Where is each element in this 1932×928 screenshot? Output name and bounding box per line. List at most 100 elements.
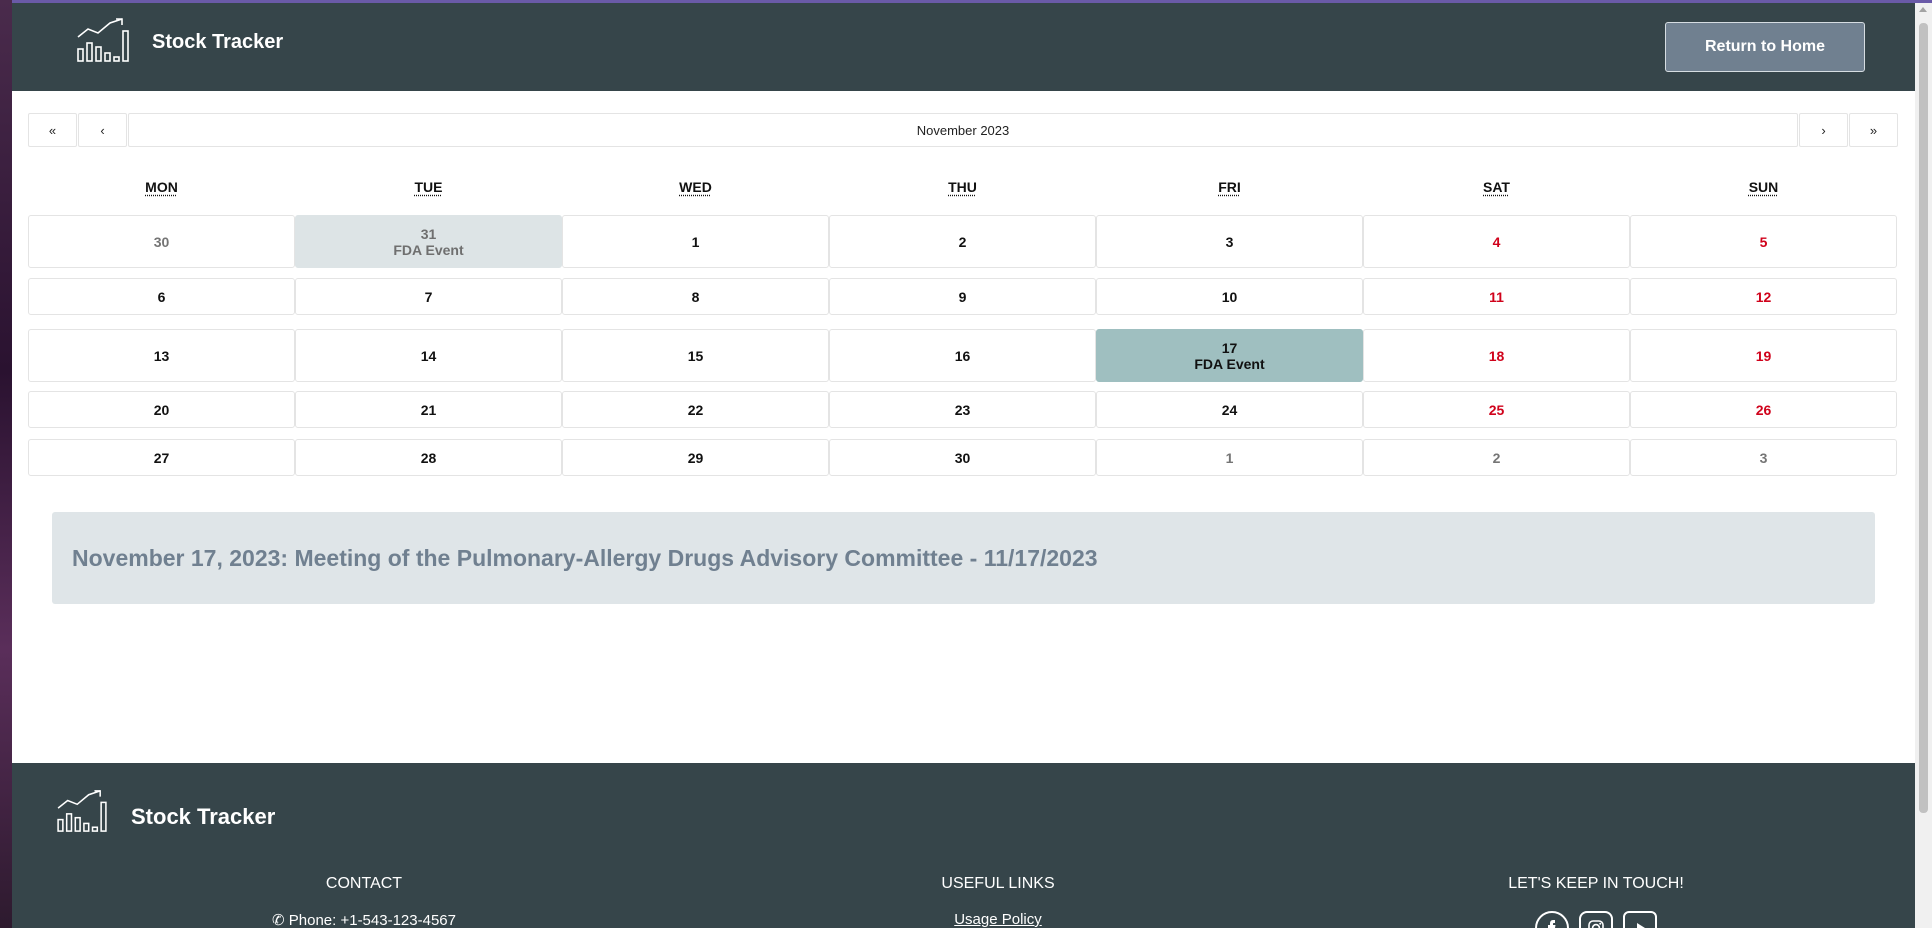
calendar-day-tile[interactable]: 16 (829, 329, 1096, 382)
calendar-day-tile[interactable]: 23 (829, 391, 1096, 428)
site-header: Stock Tracker Return to Home (12, 3, 1915, 91)
calendar-day-tile[interactable]: 27 (28, 439, 295, 476)
calendar-day-tile[interactable]: 14 (295, 329, 562, 382)
calendar-day-tile[interactable]: 9 (829, 278, 1096, 315)
weekday-tue: TUE (414, 179, 443, 195)
day-event-label: FDA Event (393, 241, 464, 258)
day-number: 30 (954, 449, 971, 466)
footer-contact-column: CONTACT ✆ Phone: +1-543-123-4567 (214, 875, 514, 928)
vertical-scrollbar[interactable] (1915, 3, 1932, 928)
weekday-sat: SAT (1483, 179, 1510, 195)
day-number: 4 (1492, 233, 1501, 250)
day-number: 10 (1221, 288, 1238, 305)
calendar-day-tile[interactable]: 1 (562, 215, 829, 268)
desktop-background (0, 0, 12, 928)
calendar-day-tile[interactable]: 28 (295, 439, 562, 476)
day-number: 12 (1755, 288, 1772, 305)
calendar-day-tile[interactable]: 2 (829, 215, 1096, 268)
calendar-day-tile[interactable]: 4 (1363, 215, 1630, 268)
instagram-icon[interactable] (1579, 911, 1613, 928)
calendar-day-tile[interactable]: 2 (1363, 439, 1630, 476)
social-heading: LET'S KEEP IN TOUCH! (1508, 875, 1684, 892)
day-number: 31 (420, 225, 437, 242)
month-label-button[interactable]: November 2023 (128, 113, 1798, 147)
calendar-day-tile[interactable]: 1 (1096, 439, 1363, 476)
social-links (1446, 911, 1746, 928)
calendar-day-tile[interactable]: 30 (28, 215, 295, 268)
weekday-thu: THU (948, 179, 977, 195)
day-number: 29 (687, 449, 704, 466)
day-number: 16 (954, 347, 971, 364)
day-number: 3 (1225, 233, 1234, 250)
weekday-fri: FRI (1218, 179, 1241, 195)
brand-name[interactable]: Stock Tracker (152, 31, 283, 54)
day-number: 17 (1221, 339, 1238, 356)
calendar-day-tile[interactable]: 18 (1363, 329, 1630, 382)
calendar-day-tile[interactable]: 21 (295, 391, 562, 428)
day-number: 20 (153, 401, 170, 418)
day-number: 25 (1488, 401, 1505, 418)
usage-policy-link[interactable]: Usage Policy (848, 911, 1148, 928)
calendar-day-tile[interactable]: 25 (1363, 391, 1630, 428)
day-number: 6 (157, 288, 166, 305)
day-number: 15 (687, 347, 704, 364)
stock-chart-logo-icon (77, 18, 129, 62)
scrollbar-thumb[interactable] (1919, 23, 1928, 813)
day-number: 21 (420, 401, 437, 418)
facebook-icon[interactable] (1535, 911, 1569, 928)
weekday-mon: MON (145, 179, 178, 195)
calendar-day-tile[interactable]: 8 (562, 278, 829, 315)
calendar-day-tile[interactable]: 7 (295, 278, 562, 315)
calendar-day-tile[interactable]: 19 (1630, 329, 1897, 382)
day-number: 2 (958, 233, 967, 250)
calendar-day-tile[interactable]: 22 (562, 391, 829, 428)
day-number: 23 (954, 401, 971, 418)
day-number: 28 (420, 449, 437, 466)
footer-brand-name: Stock Tracker (131, 804, 276, 829)
app-viewport: Stock Tracker Return to Home « ‹ Novembe… (12, 3, 1915, 928)
day-number: 30 (153, 233, 170, 250)
calendar-day-tile[interactable]: 13 (28, 329, 295, 382)
footer-social-column: LET'S KEEP IN TOUCH! (1446, 875, 1746, 928)
prev-month-button[interactable]: ‹ (78, 113, 127, 147)
weekday-sun: SUN (1748, 179, 1779, 195)
contact-heading: CONTACT (325, 875, 403, 892)
day-number: 7 (424, 288, 433, 305)
calendar-day-tile[interactable]: 20 (28, 391, 295, 428)
calendar-day-tile[interactable]: 11 (1363, 278, 1630, 315)
prev-year-button[interactable]: « (28, 113, 77, 147)
next-year-button[interactable]: » (1849, 113, 1898, 147)
day-number: 1 (1225, 449, 1234, 466)
day-event-label: FDA Event (1194, 355, 1265, 372)
calendar-day-tile[interactable]: 24 (1096, 391, 1363, 428)
day-number: 2 (1492, 449, 1501, 466)
youtube-icon[interactable] (1623, 911, 1657, 928)
stock-chart-logo-icon (57, 790, 107, 832)
calendar-day-tile[interactable]: 3 (1096, 215, 1363, 268)
day-number: 1 (691, 233, 700, 250)
calendar-day-tile[interactable]: 6 (28, 278, 295, 315)
calendar-day-tile[interactable]: 31 FDA Event (295, 215, 562, 268)
footer-links-column: USEFUL LINKS Usage Policy (848, 875, 1148, 928)
day-number: 3 (1759, 449, 1768, 466)
next-month-button[interactable]: › (1799, 113, 1848, 147)
scroll-up-arrow-icon[interactable] (1919, 7, 1927, 12)
calendar-day-tile[interactable]: 10 (1096, 278, 1363, 315)
day-number: 19 (1755, 347, 1772, 364)
calendar-day-tile[interactable]: 15 (562, 329, 829, 382)
calendar-day-tile[interactable]: 3 (1630, 439, 1897, 476)
calendar-day-tile[interactable]: 30 (829, 439, 1096, 476)
calendar-day-tile[interactable]: 17 FDA Event (1096, 329, 1363, 382)
calendar-day-tile[interactable]: 29 (562, 439, 829, 476)
site-footer: Stock Tracker CONTACT ✆ Phone: +1-543-12… (12, 763, 1915, 928)
day-number: 11 (1489, 288, 1504, 305)
calendar-day-tile[interactable]: 12 (1630, 278, 1897, 315)
day-number: 5 (1759, 233, 1768, 250)
calendar-day-tile[interactable]: 5 (1630, 215, 1897, 268)
day-number: 14 (420, 347, 437, 364)
weekday-wed: WED (679, 179, 712, 195)
day-number: 8 (691, 288, 700, 305)
day-number: 26 (1755, 401, 1772, 418)
return-home-button[interactable]: Return to Home (1665, 22, 1865, 72)
calendar-day-tile[interactable]: 26 (1630, 391, 1897, 428)
